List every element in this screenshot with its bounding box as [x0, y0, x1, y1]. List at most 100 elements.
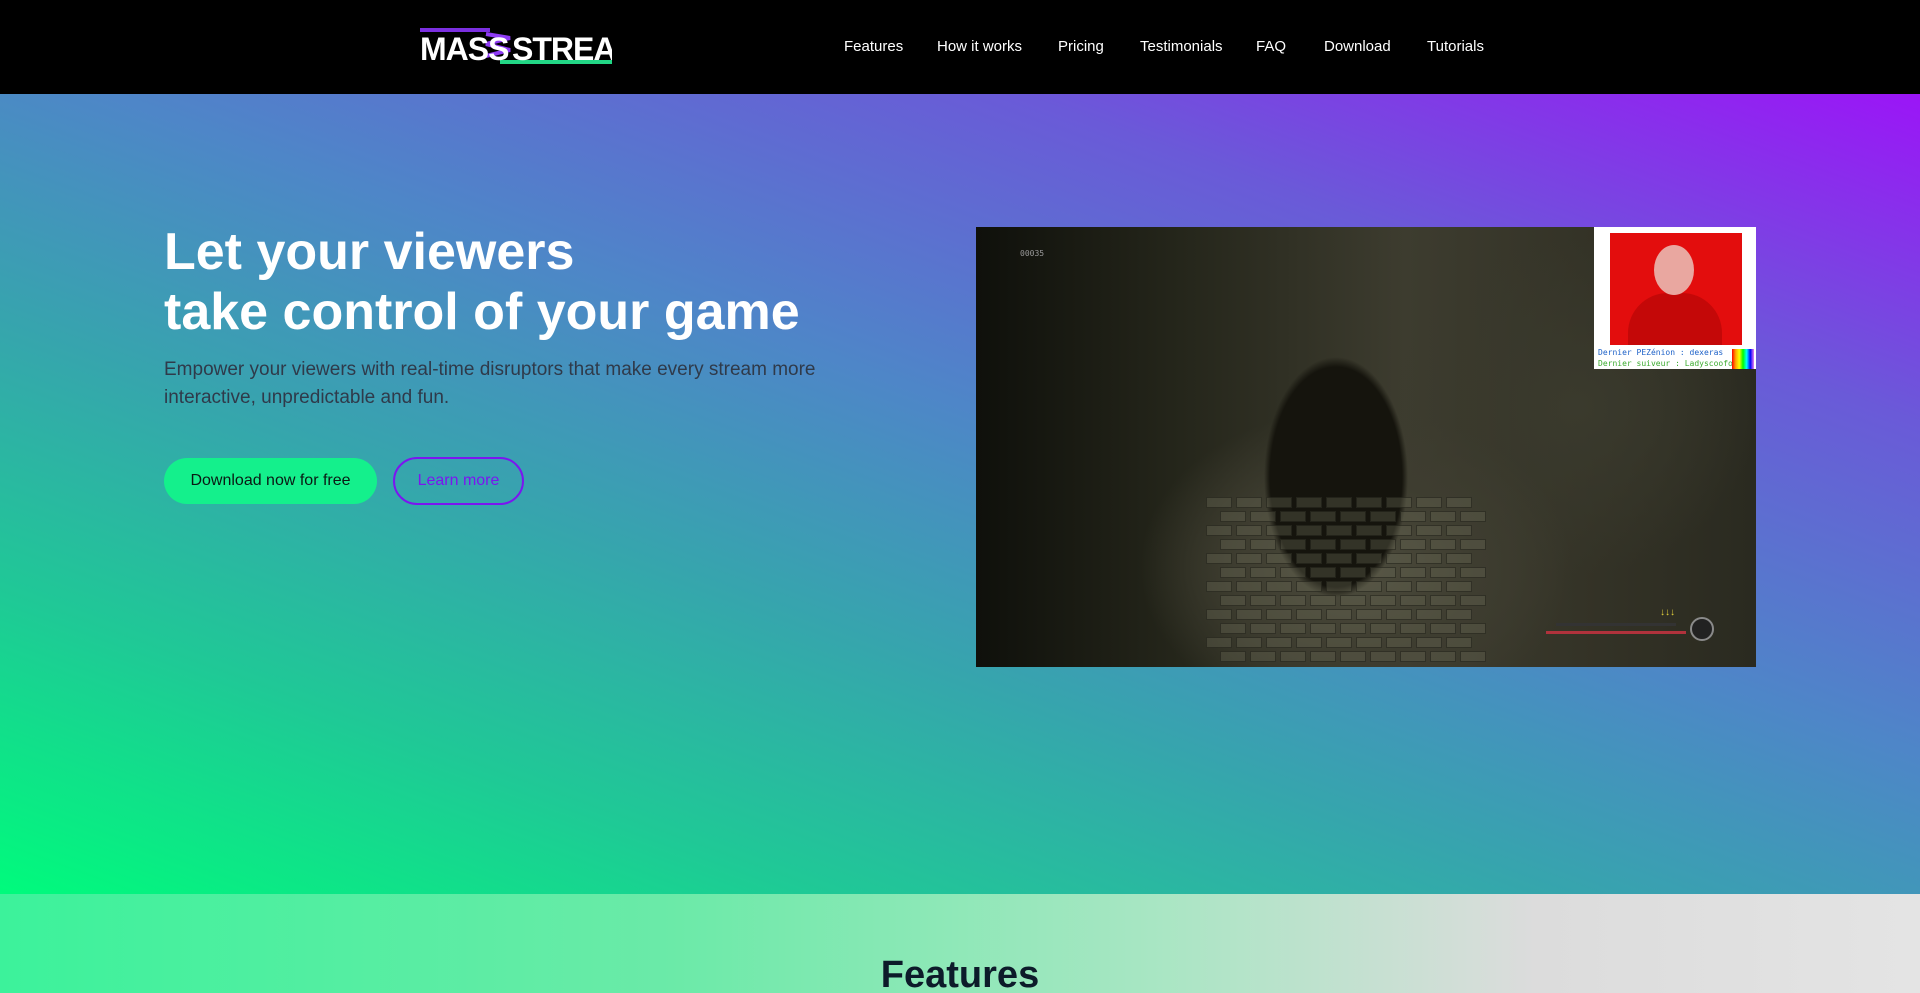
- webcam-feed: [1610, 233, 1742, 345]
- stone-brick: [1250, 539, 1276, 550]
- stone-brick: [1340, 595, 1366, 606]
- stone-brick: [1280, 539, 1306, 550]
- gameplay-preview[interactable]: 00035 ↓↓↓ Dernier PEZénion : dexeras Der…: [976, 227, 1756, 667]
- stone-brick: [1460, 567, 1486, 578]
- stone-brick: [1430, 651, 1456, 662]
- stone-brick: [1326, 553, 1352, 564]
- stone-brick: [1356, 553, 1382, 564]
- features-title: Features: [880, 954, 1040, 993]
- hero-title: Let your viewers take control of your ga…: [164, 222, 924, 342]
- stone-brick: [1280, 651, 1306, 662]
- stone-brick: [1220, 623, 1246, 634]
- stone-brick: [1400, 567, 1426, 578]
- stone-brick: [1430, 539, 1456, 550]
- last-follower-text: Dernier suiveur : Ladyscoofo: [1598, 359, 1733, 368]
- download-free-button[interactable]: Download now for free: [164, 458, 377, 504]
- stone-brick: [1400, 651, 1426, 662]
- stone-brick: [1370, 623, 1396, 634]
- stone-brick: [1220, 511, 1246, 522]
- stone-brick: [1310, 595, 1336, 606]
- stone-brick: [1356, 497, 1382, 508]
- stone-brick: [1236, 637, 1262, 648]
- stone-brick: [1206, 525, 1232, 536]
- stone-brick: [1326, 497, 1352, 508]
- nav-faq[interactable]: FAQ: [1256, 36, 1286, 58]
- nav-download[interactable]: Download: [1324, 36, 1391, 58]
- last-donation-text: Dernier PEZénion : dexeras: [1598, 348, 1724, 357]
- stone-brick: [1266, 581, 1292, 592]
- stone-brick: [1430, 567, 1456, 578]
- stone-brick: [1296, 637, 1322, 648]
- stone-brick: [1206, 581, 1232, 592]
- stone-brick: [1206, 637, 1232, 648]
- stone-brick: [1370, 595, 1396, 606]
- stone-brick: [1266, 553, 1292, 564]
- stone-brick: [1400, 595, 1426, 606]
- stone-brick: [1326, 637, 1352, 648]
- stone-brick: [1266, 637, 1292, 648]
- stone-brick: [1250, 567, 1276, 578]
- stone-brick: [1386, 637, 1412, 648]
- nav-features[interactable]: Features: [844, 36, 903, 58]
- stone-brick: [1310, 539, 1336, 550]
- nav-pricing[interactable]: Pricing: [1058, 36, 1104, 58]
- stone-brick: [1220, 595, 1246, 606]
- stone-brick: [1370, 511, 1396, 522]
- stone-brick: [1280, 511, 1306, 522]
- stone-brick: [1370, 567, 1396, 578]
- hero-section: Let your viewers take control of your ga…: [0, 94, 1920, 894]
- stone-brick: [1266, 609, 1292, 620]
- stone-brick: [1206, 609, 1232, 620]
- stone-brick: [1310, 567, 1336, 578]
- features-section: Features: [0, 894, 1920, 993]
- stone-brick: [1250, 623, 1276, 634]
- stone-brick: [1416, 525, 1442, 536]
- stone-brick: [1220, 567, 1246, 578]
- stone-brick: [1340, 511, 1366, 522]
- hero-subtitle: Empower your viewers with real-time disr…: [164, 359, 816, 408]
- stone-brick: [1220, 651, 1246, 662]
- hero-title-line1: Let your viewers: [164, 223, 575, 281]
- learn-more-button[interactable]: Learn more: [393, 457, 524, 505]
- stone-brick: [1250, 595, 1276, 606]
- stone-brick: [1236, 525, 1262, 536]
- stone-brick: [1460, 511, 1486, 522]
- stone-brick: [1296, 609, 1322, 620]
- stone-brick: [1460, 623, 1486, 634]
- hud-health-bar: [1546, 631, 1686, 634]
- stone-brick: [1370, 651, 1396, 662]
- stone-brick: [1236, 609, 1262, 620]
- nav-tutorials[interactable]: Tutorials: [1427, 36, 1484, 58]
- stone-brick: [1356, 637, 1382, 648]
- streamer-head: [1654, 245, 1694, 295]
- stone-brick: [1446, 581, 1472, 592]
- stone-brick: [1416, 497, 1442, 508]
- nav-testimonials[interactable]: Testimonials: [1140, 36, 1223, 58]
- stone-brick: [1296, 581, 1322, 592]
- webcam-overlay: Dernier PEZénion : dexeras Dernier suive…: [1594, 227, 1756, 369]
- main-nav: Features How it works Pricing Testimonia…: [0, 36, 1920, 58]
- stone-brick: [1386, 553, 1412, 564]
- stone-brick: [1220, 539, 1246, 550]
- stone-brick: [1446, 497, 1472, 508]
- stone-brick: [1236, 581, 1262, 592]
- stone-brick: [1460, 539, 1486, 550]
- stone-brick: [1386, 581, 1412, 592]
- stone-brick: [1206, 553, 1232, 564]
- stone-brick: [1296, 497, 1322, 508]
- stone-brick: [1370, 539, 1396, 550]
- stone-brick: [1416, 553, 1442, 564]
- stone-brick: [1446, 609, 1472, 620]
- hud-stamina-bar: [1556, 623, 1676, 626]
- stone-brick: [1430, 595, 1456, 606]
- stone-brick: [1326, 609, 1352, 620]
- stone-brick: [1446, 525, 1472, 536]
- hero-title-line2: take control of your game: [164, 283, 800, 341]
- stone-brick: [1326, 581, 1352, 592]
- stone-brick: [1310, 651, 1336, 662]
- stone-brick: [1250, 651, 1276, 662]
- nav-how-it-works[interactable]: How it works: [937, 36, 1022, 58]
- stone-brick: [1356, 525, 1382, 536]
- stone-brick: [1430, 511, 1456, 522]
- stone-brick: [1236, 497, 1262, 508]
